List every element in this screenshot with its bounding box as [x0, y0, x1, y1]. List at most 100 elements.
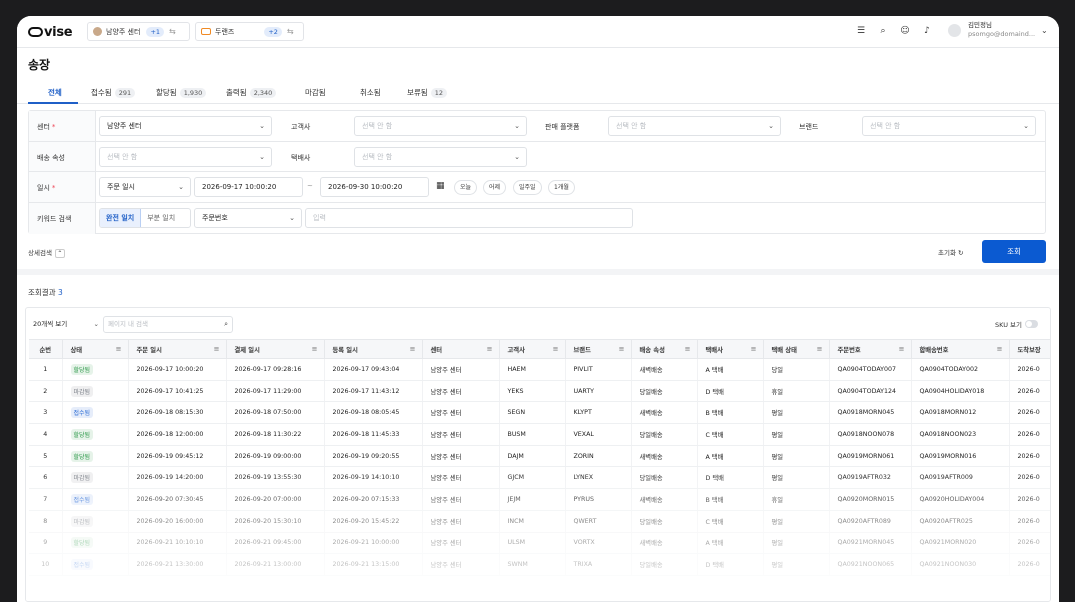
- filter-icon[interactable]: ≡: [312, 345, 318, 353]
- table-row[interactable]: 10 접수됨 2026-09-21 13:30:00 2026-09-21 13:00…: [29, 553, 1050, 576]
- date-to-input[interactable]: 2026-09-30 10:00:20: [320, 177, 429, 197]
- table-row[interactable]: 7 접수됨 2026-09-20 07:30:45 2026-09-20 07:00:…: [29, 488, 1050, 511]
- platform-select[interactable]: 선택 안 함 ⌄: [608, 116, 781, 136]
- column-header[interactable]: 등록 일시 ≡: [324, 339, 423, 359]
- filter-icon[interactable]: ≡: [899, 345, 905, 353]
- column-header[interactable]: 택배 상태 ≡: [763, 339, 830, 359]
- table-row[interactable]: 3 접수됨 2026-09-18 08:15:30 2026-09-18 07:50:…: [29, 401, 1050, 425]
- table-row[interactable]: 9 할당됨 2026-09-21 10:10:10 2026-09-21 09:45:…: [29, 532, 1050, 555]
- cell-text: 남양주 센터: [430, 366, 462, 374]
- column-header[interactable]: 고객사 ≡: [499, 339, 566, 359]
- filter-icon[interactable]: ≡: [751, 345, 757, 353]
- quick-yesterday[interactable]: 어제: [483, 180, 507, 195]
- center-select[interactable]: 남양주 센터 ⌄: [99, 116, 272, 136]
- column-header[interactable]: 주문번호 ≡: [829, 339, 912, 359]
- table-row[interactable]: 2 마감됨 2026-09-17 10:41:25 2026-09-17 11:29:…: [29, 380, 1050, 403]
- page-search-input[interactable]: 페이지 내 검색 ⌕: [103, 316, 233, 333]
- table-row[interactable]: 4 할당됨 2026-09-18 12:00:00 2026-09-18 11:30:…: [29, 423, 1050, 446]
- table-cell: TRIXA: [565, 553, 632, 576]
- column-header[interactable]: 배송 속성 ≡: [631, 339, 698, 359]
- table-cell: A 택배: [697, 445, 764, 468]
- cell-text: QA0919MORN016: [919, 452, 977, 460]
- table-row[interactable]: 1 할당됨 2026-09-17 10:00:20 2026-09-17 09:28:…: [29, 358, 1050, 381]
- reset-button[interactable]: 초기화 ↻: [938, 247, 963, 257]
- bell-icon[interactable]: ♪: [919, 23, 935, 39]
- tab-all[interactable]: 전체: [48, 87, 62, 98]
- tab-received[interactable]: 접수됨 291: [91, 87, 136, 98]
- center-context-selector[interactable]: 남양주 센터 +1 ⇆: [87, 22, 190, 41]
- quick-week[interactable]: 일주일: [513, 180, 542, 195]
- column-header[interactable]: 합배송번호 ≡: [911, 339, 1010, 359]
- tab-assigned[interactable]: 할당됨 1,930: [156, 87, 207, 98]
- calendar-icon[interactable]: ▦: [436, 181, 445, 191]
- cell-text: 2026-0: [1017, 409, 1040, 417]
- filter-icon[interactable]: ≡: [410, 345, 416, 353]
- column-header[interactable]: 순번: [29, 339, 63, 359]
- column-header[interactable]: 센터 ≡: [422, 339, 500, 359]
- cell-text: 2026-09-21 13:30:00: [136, 561, 204, 569]
- tab-count: 12: [430, 88, 447, 98]
- tab-printed[interactable]: 출력됨 2,340: [226, 87, 277, 98]
- filter-icon[interactable]: ≡: [553, 345, 559, 353]
- filter-icon[interactable]: ≡: [685, 345, 691, 353]
- column-header[interactable]: 도착보장: [1009, 339, 1050, 359]
- toggle-switch[interactable]: [1025, 320, 1038, 328]
- tab-held[interactable]: 보류됨 12: [407, 87, 447, 98]
- chevron-down-icon: ⌄: [289, 214, 295, 222]
- table-row[interactable]: 8 마감됨 2026-09-20 16:00:00 2026-09-20 15:30:…: [29, 510, 1050, 533]
- customer-select[interactable]: 선택 안 함 ⌄: [354, 116, 527, 136]
- table-row[interactable]: 6 마감됨 2026-09-19 14:20:00 2026-09-19 13:55:…: [29, 466, 1050, 490]
- sku-toggle[interactable]: SKU 보기: [995, 319, 1038, 329]
- filter-icon[interactable]: ≡: [997, 345, 1003, 353]
- search-icon[interactable]: ⌕: [875, 23, 891, 39]
- cell-text: QA0920MORN015: [837, 495, 895, 503]
- search-button[interactable]: 조회: [982, 240, 1046, 263]
- table-cell: VORTX: [565, 532, 632, 555]
- support-icon[interactable]: ☺: [897, 23, 913, 39]
- column-header[interactable]: 택배사 ≡: [697, 339, 764, 359]
- date-type-select[interactable]: 주문 일시 ⌄: [99, 177, 191, 197]
- table-cell: 평일: [763, 401, 830, 425]
- cell-text: 2026-09-18 08:05:45: [332, 409, 400, 417]
- table-cell: 2026-0: [1009, 380, 1050, 403]
- courier-select[interactable]: 선택 안 함 ⌄: [354, 147, 527, 167]
- brand-context-selector[interactable]: 두랜즈 +2 ⇆: [195, 22, 304, 41]
- table-cell: 할당됨: [62, 445, 129, 468]
- page-size-select[interactable]: 20개씩 보기 ⌄: [31, 316, 101, 333]
- table-cell: 새벽배송: [631, 358, 698, 381]
- swap-icon[interactable]: ⇆: [169, 27, 176, 36]
- filter-icon[interactable]: ≡: [817, 345, 823, 353]
- detail-search-toggle[interactable]: 상세검색 ⌃: [28, 247, 65, 258]
- table-cell: 2026-09-21 10:00:00: [324, 532, 423, 555]
- table-cell: 새벽배송: [631, 401, 698, 425]
- keyword-input[interactable]: 입력: [305, 208, 633, 228]
- date-from-input[interactable]: 2026-09-17 10:00:20: [194, 177, 303, 197]
- table-cell: 2026-09-18 08:05:45: [324, 401, 423, 425]
- center-label: 센터 *: [37, 123, 56, 131]
- quick-today[interactable]: 오늘: [454, 180, 478, 195]
- column-header[interactable]: 상태 ≡: [62, 339, 129, 359]
- keyword-field-select[interactable]: 주문번호 ⌄: [194, 208, 302, 228]
- match-exact-button[interactable]: 완전 일치: [100, 209, 142, 227]
- match-partial-button[interactable]: 부분 일치: [141, 209, 181, 227]
- logo[interactable]: vise: [28, 25, 73, 40]
- table-cell: DAJM: [499, 445, 566, 468]
- filter-icon[interactable]: ≡: [487, 345, 493, 353]
- tab-cancelled[interactable]: 취소됨: [360, 87, 381, 98]
- cell-text: 평일: [771, 410, 784, 418]
- table-cell: 남양주 센터: [422, 380, 500, 403]
- tab-closed[interactable]: 마감됨: [305, 87, 326, 98]
- filter-icon[interactable]: ≡: [116, 345, 122, 353]
- quick-month[interactable]: 1개월: [548, 180, 575, 195]
- column-header[interactable]: 브랜드 ≡: [565, 339, 632, 359]
- cell-text: SEGN: [507, 409, 526, 417]
- swap-icon[interactable]: ⇆: [287, 27, 294, 36]
- delivery-attr-select[interactable]: 선택 안 함 ⌄: [99, 147, 272, 167]
- filter-icon[interactable]: ≡: [619, 345, 625, 353]
- column-header[interactable]: 결제 일시 ≡: [226, 339, 325, 359]
- menu-icon[interactable]: ☰: [853, 23, 869, 39]
- column-header[interactable]: 주문 일시 ≡: [128, 339, 227, 359]
- brand-select[interactable]: 선택 안 함 ⌄: [862, 116, 1036, 136]
- table-row[interactable]: 5 할당됨 2026-09-19 09:45:12 2026-09-19 09:00:…: [29, 445, 1050, 468]
- filter-icon[interactable]: ≡: [214, 345, 220, 353]
